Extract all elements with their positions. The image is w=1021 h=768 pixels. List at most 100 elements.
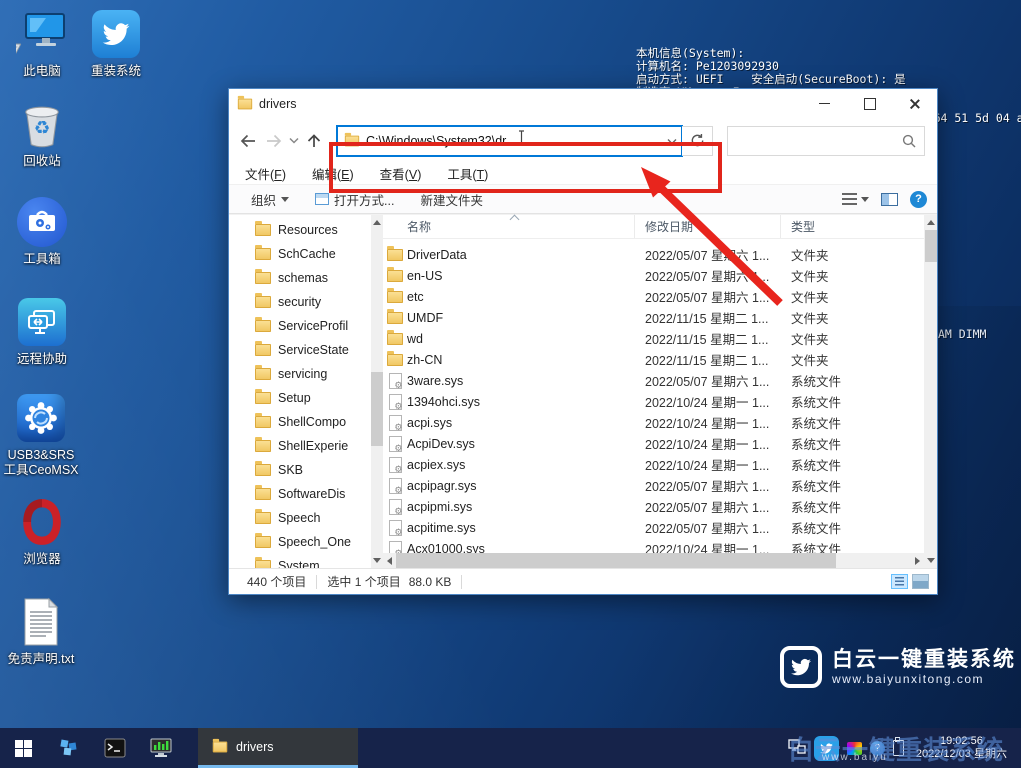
caret-down-icon [861, 197, 869, 202]
file-row[interactable]: acpiex.sys 2022/10/24 星期一 1... 系统文件 [383, 454, 924, 475]
change-view-button[interactable] [842, 193, 869, 205]
details-view-button[interactable] [891, 574, 908, 589]
file-row[interactable]: UMDF 2022/11/15 星期二 1... 文件夹 [383, 307, 924, 328]
title-bar[interactable]: drivers [229, 89, 937, 118]
tree-item[interactable]: Setup [229, 386, 371, 410]
taskbar-task-manager-icon[interactable] [138, 728, 184, 768]
file-type-icon [389, 436, 402, 452]
desktop-icon-reinstall[interactable]: 重装系统 [80, 8, 152, 79]
tree-item[interactable]: Speech [229, 506, 371, 530]
start-button[interactable] [0, 728, 46, 768]
minimize-button[interactable] [802, 89, 847, 118]
taskbar-cmd-icon[interactable] [92, 728, 138, 768]
horizontal-scrollbar[interactable] [383, 553, 924, 568]
folder-icon [255, 488, 271, 500]
scroll-up-arrow[interactable] [373, 220, 381, 225]
watermark-url: www.baiyunxitong.com [832, 672, 1016, 686]
preview-pane-icon[interactable] [881, 193, 898, 206]
menu-item[interactable]: 编辑(E) [312, 164, 354, 183]
taskbar-registry-tool-icon[interactable] [46, 728, 92, 768]
organize-button[interactable]: 组织 [251, 190, 289, 209]
tree-scrollbar[interactable] [371, 215, 383, 568]
watermark: 白云一键重装系统 www.baiyunxitong.com [780, 646, 1016, 688]
taskbar-app-drivers[interactable]: drivers [198, 728, 358, 768]
refresh-button[interactable] [682, 126, 713, 156]
scroll-right-arrow[interactable] [915, 557, 920, 565]
status-bar: 440 个项目 选中 1 个项目 88.0 KB [229, 568, 937, 594]
desktop-icon-label: 工具箱 [23, 252, 61, 267]
up-button[interactable] [305, 132, 323, 150]
file-row[interactable]: acpipmi.sys 2022/05/07 星期六 1... 系统文件 [383, 496, 924, 517]
search-input[interactable] [727, 126, 925, 156]
desktop-icon-recycle-bin[interactable]: ♻ 回收站 [6, 98, 78, 169]
open-with-button[interactable]: 打开方式... [315, 190, 394, 209]
column-header-date[interactable]: 修改日期 [635, 215, 781, 238]
maximize-button[interactable] [847, 89, 892, 118]
explorer-window: drivers C:\Windows [228, 88, 938, 595]
back-button[interactable] [239, 132, 258, 150]
tree-item[interactable]: Resources [229, 218, 371, 242]
tree-item[interactable]: schemas [229, 266, 371, 290]
horizontal-scrollbar-thumb[interactable] [396, 553, 836, 568]
file-row[interactable]: acpi.sys 2022/10/24 星期一 1... 系统文件 [383, 412, 924, 433]
address-dropdown-chevron-icon[interactable] [667, 132, 677, 150]
file-row[interactable]: wd 2022/11/15 星期二 1... 文件夹 [383, 328, 924, 349]
new-folder-button[interactable]: 新建文件夹 [420, 190, 483, 209]
close-button[interactable] [892, 89, 937, 118]
file-type-icon [389, 478, 402, 494]
file-list-scrollbar[interactable] [924, 215, 937, 568]
file-row[interactable]: en-US 2022/05/07 星期六 1... 文件夹 [383, 265, 924, 286]
tree-item[interactable]: SoftwareDis [229, 482, 371, 506]
file-row[interactable]: DriverData 2022/05/07 星期六 1... 文件夹 [383, 244, 924, 265]
tree-item[interactable]: security [229, 290, 371, 314]
file-row[interactable]: AcpiDev.sys 2022/10/24 星期一 1... 系统文件 [383, 433, 924, 454]
tree-item[interactable]: servicing [229, 362, 371, 386]
scroll-left-arrow[interactable] [387, 557, 392, 565]
sort-ascending-icon [511, 214, 518, 221]
desktop-icon-this-pc[interactable]: 此电脑 [6, 8, 78, 79]
desktop-icon-remote-assist[interactable]: 远程协助 [6, 296, 78, 367]
file-scrollbar-thumb[interactable] [925, 230, 937, 262]
bird-tray-icon[interactable] [814, 736, 839, 761]
forward-button[interactable] [264, 132, 283, 150]
desktop-icon-disclaimer-txt[interactable]: 免责声明.txt [2, 596, 80, 667]
explorer-content: Resources SchCache schemas secur [229, 214, 937, 568]
file-row[interactable]: Acx01000.sys 2022/10/24 星期一 1... 系统文件 [383, 538, 924, 553]
tree-item[interactable]: ShellExperie [229, 434, 371, 458]
address-bar-input[interactable]: C:\Windows\System32\drivers [337, 126, 682, 156]
menu-item[interactable]: 查看(V) [380, 164, 422, 183]
thumbnail-view-button[interactable] [912, 574, 929, 589]
column-header-type[interactable]: 类型 [781, 215, 924, 238]
tree-scrollbar-thumb[interactable] [371, 372, 383, 446]
tree-item[interactable]: SKB [229, 458, 371, 482]
usb-tray-icon[interactable] [893, 740, 904, 756]
menu-item[interactable]: 文件(F) [245, 164, 286, 183]
desktop-icon-toolbox[interactable]: 工具箱 [6, 196, 78, 267]
recent-locations-chevron-icon[interactable] [289, 137, 299, 144]
tree-item[interactable]: Speech_One [229, 530, 371, 554]
network-tray-icon[interactable] [788, 738, 806, 759]
file-row[interactable]: acpipagr.sys 2022/05/07 星期六 1... 系统文件 [383, 475, 924, 496]
menu-item[interactable]: 工具(T) [447, 164, 488, 183]
desktop-icon-browser[interactable]: 浏览器 [6, 496, 78, 567]
tree-item[interactable]: SchCache [229, 242, 371, 266]
desktop-icon-usb3-srs[interactable]: USB3&SRS工具CeoMSX [2, 392, 80, 478]
file-row[interactable]: zh-CN 2022/11/15 星期二 1... 文件夹 [383, 349, 924, 370]
selected-count: 选中 1 个项目 [327, 573, 400, 590]
scroll-down-arrow[interactable] [927, 558, 935, 563]
tree-item[interactable]: ShellCompo [229, 410, 371, 434]
help-tray-icon[interactable] [870, 741, 885, 756]
file-row[interactable]: 1394ohci.sys 2022/10/24 星期一 1... 系统文件 [383, 391, 924, 412]
file-row[interactable]: acpitime.sys 2022/05/07 星期六 1... 系统文件 [383, 517, 924, 538]
taskbar-clock[interactable]: 19:02:56 2022/12/03 星期六 [912, 735, 1015, 761]
file-row[interactable]: 3ware.sys 2022/05/07 星期六 1... 系统文件 [383, 370, 924, 391]
tree-item[interactable]: ServiceProfil [229, 314, 371, 338]
windows-logo-icon [15, 740, 32, 757]
color-settings-tray-icon[interactable] [847, 742, 862, 755]
scroll-up-arrow[interactable] [927, 220, 935, 225]
tree-item[interactable]: ServiceState [229, 338, 371, 362]
help-icon[interactable] [910, 191, 927, 208]
file-row[interactable]: etc 2022/05/07 星期六 1... 文件夹 [383, 286, 924, 307]
scroll-down-arrow[interactable] [373, 558, 381, 563]
tree-item[interactable]: System [229, 554, 371, 568]
